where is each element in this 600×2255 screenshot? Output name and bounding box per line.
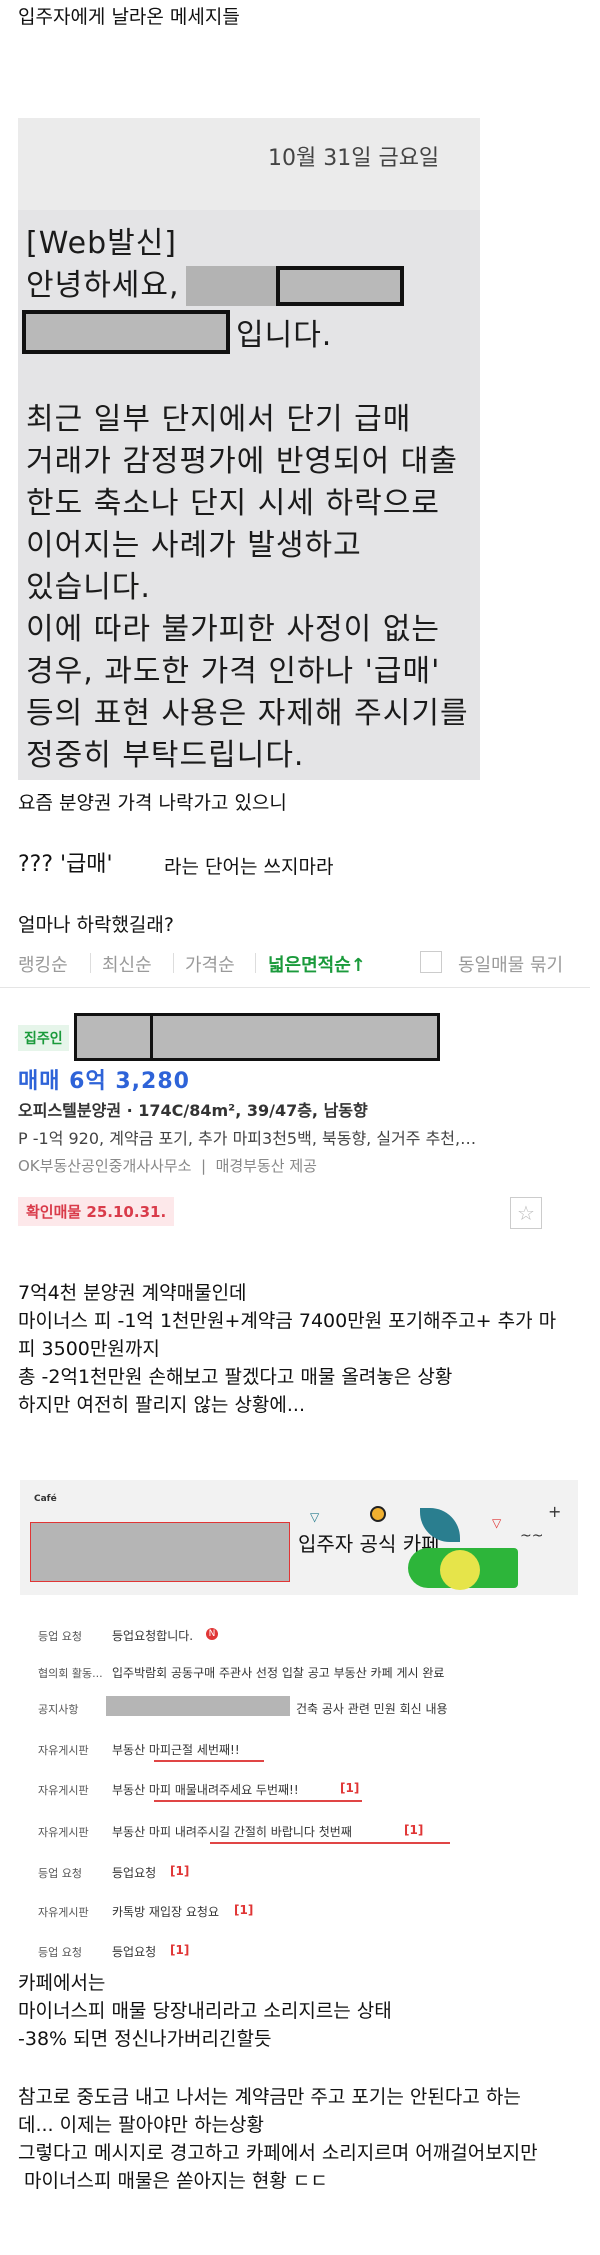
sms-line: 이에 따라 불가피한 사정이 없는 <box>26 612 440 647</box>
sms-bubble: [Web발신] 안녕하세요, 입니다. 최근 일부 단지에서 단기 급매 거래가… <box>18 210 480 780</box>
divider <box>255 953 256 973</box>
row-title[interactable]: 등업요청 <box>112 1864 156 1881</box>
row-label: 등업 요청 <box>38 1630 82 1643</box>
triangle-icon: ▽ <box>310 1510 320 1524</box>
sort-tab-area[interactable]: 넓은면적순↑ <box>268 951 366 977</box>
caption: 요즘 분양권 가격 나락가고 있으니 <box>18 792 287 814</box>
sms-line: 경우, 과도한 가격 인하나 '급매' <box>26 654 441 689</box>
row-title[interactable]: 등업요청합니다. <box>112 1627 193 1644</box>
listing-price: 매매 6억 3,280 <box>18 1069 190 1094</box>
paragraph-line: 데... 이제는 팔아야만 하는상황 <box>18 2114 264 2136</box>
redacted-sender <box>22 310 230 354</box>
caption: 얼마나 하락했길래? <box>18 914 174 936</box>
paragraph-line: 하지만 여전히 팔리지 않는 상황에... <box>18 1394 305 1416</box>
redacted-name <box>276 266 404 306</box>
paragraph-line: 카페에서는 <box>18 1972 106 1994</box>
comment-count: [1] <box>234 1903 254 1917</box>
sms-date: 10월 31일 금요일 <box>268 146 440 171</box>
sms-line: 한도 축소나 단지 시세 하락으로 <box>26 486 440 521</box>
sms-line: 최근 일부 단지에서 단기 급매 <box>26 402 412 437</box>
same-listing-checkbox[interactable] <box>420 951 442 973</box>
row-title[interactable]: 부동산 마피 매물내려주세요 두번째!! <box>112 1781 299 1798</box>
paragraph-line: 마이너스피 매물 당장내리라고 소리지르는 상태 <box>18 2000 392 2022</box>
same-listing-label: 동일매물 묶기 <box>458 955 564 976</box>
cafe-logo: Café <box>34 1494 57 1504</box>
paragraph-line: 마이너스 피 -1억 1천만원+계약금 7400만원 포기해주고+ 추가 마 <box>18 1310 557 1332</box>
sms-line: 등의 표현 사용은 자제해 주시기를 <box>26 696 469 731</box>
row-title[interactable]: 부동산 마피 내려주시길 간절히 바랍니다 첫번째 <box>112 1823 352 1840</box>
sms-line: 있습니다. <box>26 570 151 605</box>
row-label: 자유게시판 <box>38 1906 89 1919</box>
sms-line: 정중히 부탁드립니다. <box>26 738 305 773</box>
row-title[interactable]: 카톡방 재입장 요청요 <box>112 1903 219 1920</box>
paragraph-line: 그렇다고 메시지로 경고하고 카페에서 소리지르며 어깨걸어보지만 <box>18 2142 538 2164</box>
paragraph-line: 피 3500만원까지 <box>18 1338 160 1360</box>
paragraph-line: -38% 되면 정신나가버리긴할듯 <box>18 2028 272 2050</box>
sms-line: [Web발신] <box>26 226 178 261</box>
red-underline <box>210 1842 450 1844</box>
row-title[interactable]: 입주박람회 공동구매 주관사 선정 입찰 공고 부동산 카페 게시 완료 <box>112 1664 444 1681</box>
row-label: 공지사항 <box>38 1703 79 1716</box>
comment-count: [1] <box>404 1823 424 1837</box>
paragraph-line: 마이너스피 매물은 쏟아지는 현황 ㄷㄷ <box>18 2170 328 2192</box>
divider <box>0 987 590 988</box>
post-title: 입주자에게 날라온 메세지들 <box>18 6 240 28</box>
row-label: 자유게시판 <box>38 1826 89 1839</box>
sms-line: 안녕하세요, <box>26 268 180 303</box>
divider <box>173 953 174 973</box>
confirm-badge: 확인매물 25.10.31. <box>18 1197 175 1226</box>
divider <box>90 953 91 973</box>
cafe-header: Café 입주자 공식 카페 ▽ ▽ + ~~ <box>20 1480 578 1595</box>
red-underline <box>154 1760 264 1762</box>
listing-screenshot: 랭킹순 최신순 가격순 넓은면적순↑ 동일매물 묶기 집주인 매매 6억 3,2… <box>0 945 590 1275</box>
sms-screenshot: 10월 31일 금요일 [Web발신] 안녕하세요, 입니다. 최근 일부 단지… <box>18 118 480 780</box>
comment-count: [1] <box>170 1943 190 1957</box>
plus-icon: + <box>548 1502 562 1521</box>
redacted-listing-name <box>74 1013 154 1061</box>
redacted-cafe-name <box>30 1522 290 1582</box>
sort-tab-ranking[interactable]: 랭킹순 <box>18 951 68 977</box>
cafe-screenshot: Café 입주자 공식 카페 ▽ ▽ + ~~ 등업 요청 등업요청합니다. N… <box>20 1480 578 1970</box>
redacted-listing-name <box>150 1013 440 1061</box>
sms-line: 입니다. <box>236 318 333 353</box>
listing-type: 오피스텔분양권 · 174C/84m², 39/47층, 남동향 <box>18 1101 368 1120</box>
row-title[interactable]: 등업요청 <box>112 1943 156 1960</box>
cafe-decoration <box>440 1550 480 1590</box>
circle-icon <box>370 1506 386 1522</box>
caption-suffix: 라는 단어는 쓰지마라 <box>158 856 334 878</box>
row-title[interactable]: 건축 공사 관련 민원 회신 내용 <box>296 1700 448 1717</box>
caption-prefix: ??? '급매' <box>18 852 113 877</box>
owner-tag: 집주인 <box>18 1025 69 1051</box>
sort-tab-latest[interactable]: 최신순 <box>102 951 152 977</box>
row-label: 등업 요청 <box>38 1867 82 1880</box>
listing-agency: OK부동산공인중개사사무소 | 매경부동산 제공 <box>18 1157 317 1175</box>
sms-line: 이어지는 사례가 발생하고 <box>26 528 362 563</box>
comment-count: [1] <box>340 1781 360 1795</box>
row-label: 자유게시판 <box>38 1744 89 1757</box>
redacted-text <box>106 1696 290 1716</box>
redacted-name <box>186 266 276 306</box>
wave-icon: ~~ <box>520 1528 544 1544</box>
paragraph-line: 총 -2억1천만원 손해보고 팔겠다고 매물 올려놓은 상황 <box>18 1366 453 1388</box>
comment-count: [1] <box>170 1864 190 1878</box>
paragraph-line: 참고로 중도금 내고 나서는 계약금만 주고 포기는 안된다고 하는 <box>18 2086 521 2108</box>
paragraph-line: 7억4천 분양권 계약매물인데 <box>18 1282 247 1304</box>
star-icon[interactable]: ☆ <box>510 1197 542 1229</box>
row-label: 협의회 활동... <box>38 1667 103 1680</box>
sms-line: 거래가 감정평가에 반영되어 대출 <box>26 444 459 479</box>
new-icon: N <box>206 1628 218 1640</box>
sort-tab-price[interactable]: 가격순 <box>185 951 235 977</box>
red-underline <box>154 1800 362 1802</box>
row-label: 등업 요청 <box>38 1946 82 1959</box>
listing-premium: P -1억 920, 계약금 포기, 추가 마피3천5백, 북동향, 실거주 추… <box>18 1129 477 1148</box>
row-title[interactable]: 부동산 마피근절 세번째!! <box>112 1741 240 1758</box>
row-label: 자유게시판 <box>38 1784 89 1797</box>
triangle-icon: ▽ <box>492 1516 502 1530</box>
